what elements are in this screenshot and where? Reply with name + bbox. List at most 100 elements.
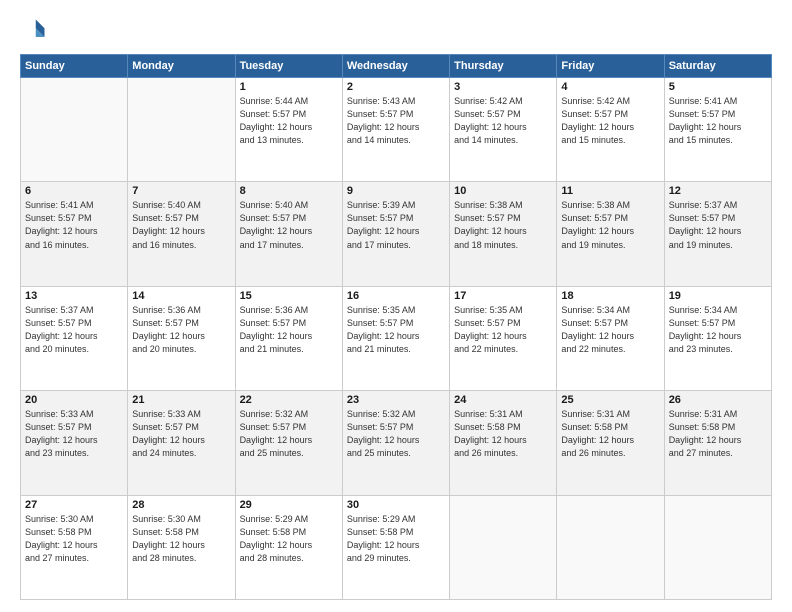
day-number: 29: [240, 499, 338, 511]
calendar-cell: 17 Sunrise: 5:35 AMSunset: 5:57 PMDayligh…: [450, 286, 557, 390]
day-number: 8: [240, 185, 338, 197]
calendar-week-1: 1Sunrise: 5:44 AMSunset: 5:57 PMDaylight…: [21, 78, 772, 182]
day-info: Sunrise: 5:36 AMSunset: 5:57 PMDaylight:…: [132, 304, 230, 356]
page: SundayMondayTuesdayWednesdayThursdayFrid…: [0, 0, 792, 612]
calendar-cell: 27Sunrise: 5:30 AMSunset: 5:58 PMDayligh…: [21, 495, 128, 599]
calendar-cell: 8 Sunrise: 5:40 AMSunset: 5:57 PMDaylight…: [235, 182, 342, 286]
day-number: 11: [561, 185, 659, 197]
calendar-cell: 13Sunrise: 5:37 AMSunset: 5:57 PMDayligh…: [21, 286, 128, 390]
calendar-cell: 2 Sunrise: 5:43 AMSunset: 5:57 PMDaylight…: [342, 78, 449, 182]
day-info: Sunrise: 5:29 AMSunset: 5:58 PMDaylight:…: [240, 513, 338, 565]
day-number: 14: [132, 290, 230, 302]
day-number: 5: [669, 81, 767, 93]
day-number: 10: [454, 185, 552, 197]
day-info: Sunrise: 5:31 AMSunset: 5:58 PMDaylight:…: [454, 408, 552, 460]
calendar-header-tuesday: Tuesday: [235, 55, 342, 78]
calendar-header-sunday: Sunday: [21, 55, 128, 78]
calendar-week-5: 27Sunrise: 5:30 AMSunset: 5:58 PMDayligh…: [21, 495, 772, 599]
day-info: Sunrise: 5:31 AMSunset: 5:58 PMDaylight:…: [561, 408, 659, 460]
calendar-header-monday: Monday: [128, 55, 235, 78]
calendar-cell: 22 Sunrise: 5:32 AMSunset: 5:57 PMDayligh…: [235, 391, 342, 495]
calendar-week-4: 20 Sunrise: 5:33 AMSunset: 5:57 PMDayligh…: [21, 391, 772, 495]
day-number: 16: [347, 290, 445, 302]
calendar-cell: 29 Sunrise: 5:29 AMSunset: 5:58 PMDayligh…: [235, 495, 342, 599]
day-number: 13: [25, 290, 123, 302]
day-info: Sunrise: 5:34 AMSunset: 5:57 PMDaylight:…: [561, 304, 659, 356]
day-info: Sunrise: 5:35 AMSunset: 5:57 PMDaylight:…: [454, 304, 552, 356]
calendar-cell: 7 Sunrise: 5:40 AMSunset: 5:57 PMDaylight…: [128, 182, 235, 286]
day-number: 20: [25, 394, 123, 406]
calendar-cell: [664, 495, 771, 599]
day-info: Sunrise: 5:29 AMSunset: 5:58 PMDaylight:…: [347, 513, 445, 565]
logo: [20, 16, 52, 44]
day-number: 12: [669, 185, 767, 197]
calendar-header-friday: Friday: [557, 55, 664, 78]
calendar-cell: 6Sunrise: 5:41 AMSunset: 5:57 PMDaylight…: [21, 182, 128, 286]
day-info: Sunrise: 5:34 AMSunset: 5:57 PMDaylight:…: [669, 304, 767, 356]
calendar-cell: [557, 495, 664, 599]
day-number: 24: [454, 394, 552, 406]
calendar-header-saturday: Saturday: [664, 55, 771, 78]
calendar-cell: 20 Sunrise: 5:33 AMSunset: 5:57 PMDayligh…: [21, 391, 128, 495]
day-number: 18: [561, 290, 659, 302]
day-info: Sunrise: 5:35 AMSunset: 5:57 PMDaylight:…: [347, 304, 445, 356]
calendar-cell: [21, 78, 128, 182]
day-number: 7: [132, 185, 230, 197]
calendar-cell: 3 Sunrise: 5:42 AMSunset: 5:57 PMDaylight…: [450, 78, 557, 182]
day-info: Sunrise: 5:40 AMSunset: 5:57 PMDaylight:…: [240, 199, 338, 251]
day-number: 22: [240, 394, 338, 406]
day-number: 30: [347, 499, 445, 511]
day-number: 3: [454, 81, 552, 93]
calendar-table: SundayMondayTuesdayWednesdayThursdayFrid…: [20, 54, 772, 600]
calendar-cell: 9 Sunrise: 5:39 AMSunset: 5:57 PMDaylight…: [342, 182, 449, 286]
day-info: Sunrise: 5:42 AMSunset: 5:57 PMDaylight:…: [561, 95, 659, 147]
day-number: 26: [669, 394, 767, 406]
day-number: 1: [240, 81, 338, 93]
day-info: Sunrise: 5:32 AMSunset: 5:57 PMDaylight:…: [347, 408, 445, 460]
day-number: 2: [347, 81, 445, 93]
day-number: 9: [347, 185, 445, 197]
calendar-cell: [128, 78, 235, 182]
calendar-cell: 26 Sunrise: 5:31 AMSunset: 5:58 PMDayligh…: [664, 391, 771, 495]
day-number: 17: [454, 290, 552, 302]
calendar-week-2: 6Sunrise: 5:41 AMSunset: 5:57 PMDaylight…: [21, 182, 772, 286]
calendar-cell: 4 Sunrise: 5:42 AMSunset: 5:57 PMDaylight…: [557, 78, 664, 182]
calendar-cell: 11 Sunrise: 5:38 AMSunset: 5:57 PMDayligh…: [557, 182, 664, 286]
day-info: Sunrise: 5:38 AMSunset: 5:57 PMDaylight:…: [561, 199, 659, 251]
day-info: Sunrise: 5:38 AMSunset: 5:57 PMDaylight:…: [454, 199, 552, 251]
day-info: Sunrise: 5:43 AMSunset: 5:57 PMDaylight:…: [347, 95, 445, 147]
header: [20, 16, 772, 44]
calendar-cell: 15Sunrise: 5:36 AMSunset: 5:57 PMDayligh…: [235, 286, 342, 390]
day-number: 25: [561, 394, 659, 406]
calendar-header-row: SundayMondayTuesdayWednesdayThursdayFrid…: [21, 55, 772, 78]
calendar-cell: 28 Sunrise: 5:30 AMSunset: 5:58 PMDayligh…: [128, 495, 235, 599]
day-info: Sunrise: 5:31 AMSunset: 5:58 PMDaylight:…: [669, 408, 767, 460]
day-info: Sunrise: 5:32 AMSunset: 5:57 PMDaylight:…: [240, 408, 338, 460]
day-number: 19: [669, 290, 767, 302]
calendar-cell: 14 Sunrise: 5:36 AMSunset: 5:57 PMDayligh…: [128, 286, 235, 390]
calendar-cell: 16 Sunrise: 5:35 AMSunset: 5:57 PMDayligh…: [342, 286, 449, 390]
calendar-header-thursday: Thursday: [450, 55, 557, 78]
day-number: 4: [561, 81, 659, 93]
calendar-cell: 24 Sunrise: 5:31 AMSunset: 5:58 PMDayligh…: [450, 391, 557, 495]
day-info: Sunrise: 5:40 AMSunset: 5:57 PMDaylight:…: [132, 199, 230, 251]
calendar-cell: 18 Sunrise: 5:34 AMSunset: 5:57 PMDayligh…: [557, 286, 664, 390]
day-info: Sunrise: 5:33 AMSunset: 5:57 PMDaylight:…: [25, 408, 123, 460]
day-info: Sunrise: 5:39 AMSunset: 5:57 PMDaylight:…: [347, 199, 445, 251]
day-number: 21: [132, 394, 230, 406]
day-info: Sunrise: 5:41 AMSunset: 5:57 PMDaylight:…: [669, 95, 767, 147]
calendar-cell: 10 Sunrise: 5:38 AMSunset: 5:57 PMDayligh…: [450, 182, 557, 286]
day-info: Sunrise: 5:42 AMSunset: 5:57 PMDaylight:…: [454, 95, 552, 147]
calendar-cell: 21Sunrise: 5:33 AMSunset: 5:57 PMDayligh…: [128, 391, 235, 495]
calendar-cell: [450, 495, 557, 599]
calendar-cell: 5 Sunrise: 5:41 AMSunset: 5:57 PMDaylight…: [664, 78, 771, 182]
day-number: 28: [132, 499, 230, 511]
day-number: 6: [25, 185, 123, 197]
day-number: 15: [240, 290, 338, 302]
calendar-header-wednesday: Wednesday: [342, 55, 449, 78]
calendar-cell: 25 Sunrise: 5:31 AMSunset: 5:58 PMDayligh…: [557, 391, 664, 495]
calendar-cell: 12Sunrise: 5:37 AMSunset: 5:57 PMDayligh…: [664, 182, 771, 286]
day-info: Sunrise: 5:30 AMSunset: 5:58 PMDaylight:…: [25, 513, 123, 565]
logo-icon: [20, 16, 48, 44]
day-info: Sunrise: 5:30 AMSunset: 5:58 PMDaylight:…: [132, 513, 230, 565]
